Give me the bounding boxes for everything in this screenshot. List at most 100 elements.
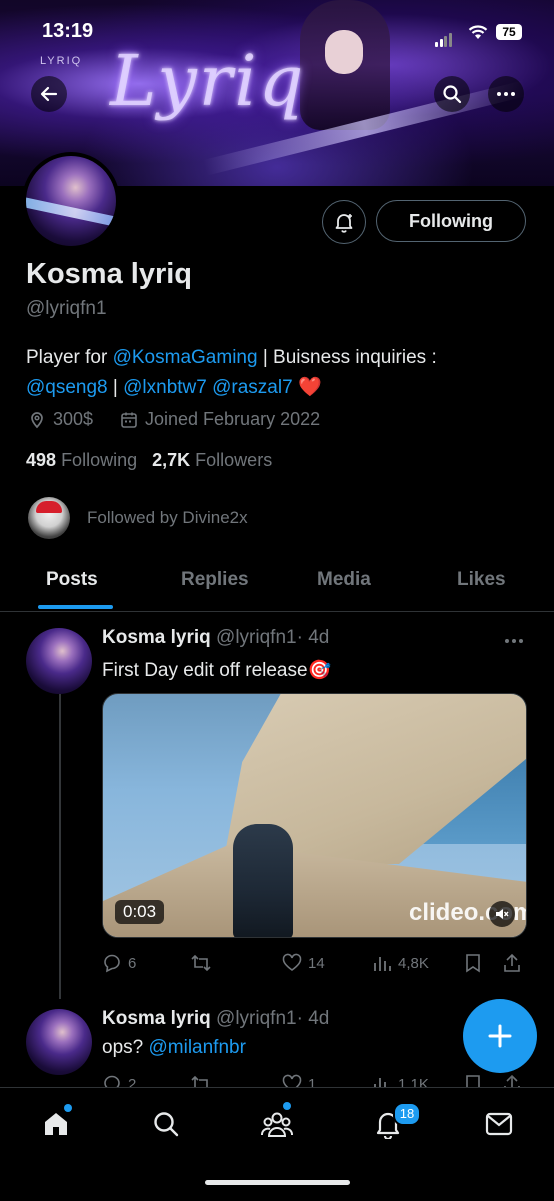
nav-messages[interactable] [481,1106,517,1142]
mute-button[interactable] [489,901,515,927]
profile-name: Kosma lyriq [26,258,192,290]
following-button[interactable]: Following [376,200,526,242]
post-author-handle: @lyriqfn1 [216,1008,297,1029]
search-icon [154,1112,179,1137]
bookmark-button[interactable] [464,953,482,973]
speaker-muted-icon [496,909,509,919]
post-author-name[interactable]: Kosma lyriq [102,627,211,648]
post-header: Kosma lyriq @lyriqfn1· 4d [102,1008,329,1030]
home-icon [45,1113,67,1135]
post-author-handle: @lyriqfn1 [216,627,297,648]
more-icon [497,92,515,96]
banner-title: Lyriq [110,40,306,122]
nav-home[interactable] [38,1104,74,1142]
repost-icon [191,954,211,972]
following-label: Following [61,450,138,470]
video-scene-player [233,824,293,937]
notification-settings-button[interactable] [322,200,366,244]
post-avatar[interactable] [26,1009,92,1075]
banner-small-label: LYRIQ [40,55,83,67]
followers-count: 2,7K [152,450,191,470]
communities-icon [261,1112,293,1137]
profile-bio: Player for @KosmaGaming | Buisness inqui… [26,343,536,403]
heart-emoji: ❤️ [297,377,322,398]
post-avatar[interactable] [26,628,92,694]
status-time: 13:19 [42,20,94,42]
follow-stats: 498 Following 2,7K Followers [26,450,272,471]
communities-unread-dot [283,1102,291,1110]
reply-button[interactable]: 6 [102,953,136,973]
following-count: 498 [26,450,57,470]
reply-count: 6 [128,954,137,972]
battery-icon: 75 [496,24,522,40]
tab-likes[interactable]: Likes [457,569,506,591]
profile-joined: Joined February 2022 [120,409,320,430]
nav-communities[interactable] [259,1102,295,1142]
post-video[interactable]: 0:03 clideo.com [102,693,527,938]
views-button[interactable]: 4,8K [372,953,429,973]
post-mention-milanfnbr[interactable]: @milanfnbr [148,1037,245,1058]
post-actions: 6 14 4,8K [102,953,532,979]
home-unread-dot [64,1104,72,1112]
followed-by[interactable]: Followed by Divine2x [28,497,248,539]
view-count: 4,8K [398,954,429,972]
video-duration: 0:03 [115,900,165,924]
profile-handle: @lyriqfn1 [26,298,107,319]
bell-plus-icon [335,214,353,233]
reply-icon [104,954,120,973]
views-chart-icon [374,957,391,971]
post-header: Kosma lyriq @lyriqfn1· 4d [102,627,329,649]
search-button[interactable] [434,76,470,112]
post-more-button[interactable] [504,627,524,650]
bio-text: | [107,377,124,398]
bio-mention-qseng8[interactable]: @qseng8 [26,377,108,398]
follower-avatar [28,497,70,539]
like-button[interactable]: 14 [282,953,325,973]
bio-text: Player for [26,347,113,368]
notifications-badge: 18 [393,1102,421,1126]
active-tab-indicator [38,605,113,609]
bio-mention-kosmagaming[interactable]: @KosmaGaming [113,347,258,368]
tab-media[interactable]: Media [317,569,371,591]
like-count: 14 [308,954,325,972]
search-icon [443,85,462,104]
followed-by-text: Followed by Divine2x [87,508,248,527]
tab-replies[interactable]: Replies [181,569,249,591]
share-button[interactable] [502,953,522,973]
profile-location: 300$ [28,409,93,430]
post-author-name[interactable]: Kosma lyriq [102,1008,211,1029]
profile-avatar[interactable] [22,152,120,250]
arrow-left-icon [40,86,58,102]
wifi-icon [468,25,488,39]
post-time: · 4d [296,1008,330,1029]
envelope-icon [485,1112,513,1136]
post-text: First Day edit off release🎯 [102,660,332,681]
post-text-body: ops? [102,1037,149,1058]
location-pin-icon [31,411,43,428]
back-button[interactable] [31,76,67,112]
joined-text: Joined February 2022 [145,409,321,429]
compose-post-button[interactable] [463,999,537,1073]
nav-search[interactable] [148,1106,184,1142]
followers-stat[interactable]: 2,7K Followers [152,450,272,470]
bookmark-icon [466,954,480,973]
heart-icon [282,953,302,971]
post-text: ops? @milanfnbr [102,1037,246,1059]
more-icon [505,639,523,643]
repost-button[interactable] [190,953,212,973]
status-bar: 13:19 75 [0,20,554,50]
followers-label: Followers [195,450,273,470]
location-text: 300$ [53,409,94,429]
following-stat[interactable]: 498 Following [26,450,137,470]
share-icon [504,953,520,972]
profile-tabs: Posts Replies Media Likes [0,555,554,612]
profile-avatar-image [26,156,116,246]
post-time: · 4d [296,627,330,648]
calendar-icon [121,412,137,428]
plus-icon [488,1024,512,1048]
bio-mention-lxnbtw7[interactable]: @lxnbtw7 [123,377,207,398]
bio-mention-raszal7[interactable]: @raszal7 [212,377,293,398]
tab-posts[interactable]: Posts [46,569,98,591]
more-options-button[interactable] [488,76,524,112]
signal-icon [435,29,453,47]
